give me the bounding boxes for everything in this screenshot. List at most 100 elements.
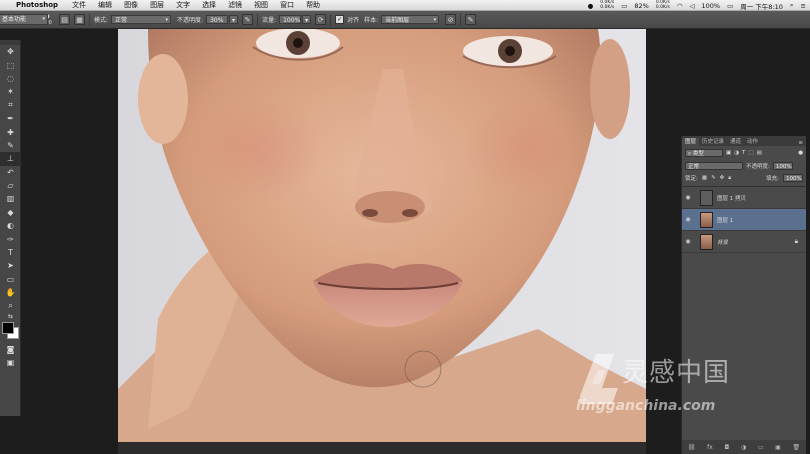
document-canvas[interactable] bbox=[118, 29, 646, 442]
mac-menu-bar: Photoshop 文件 编辑 图像 图层 文字 选择 滤镜 视图 窗口 帮助 … bbox=[0, 0, 810, 11]
ignore-adjustment-button[interactable]: ⊘ bbox=[445, 14, 457, 25]
blur-icon[interactable]: ◆ bbox=[0, 206, 21, 219]
menu-filter[interactable]: 滤镜 bbox=[228, 0, 242, 10]
app-menu-photoshop[interactable]: Photoshop bbox=[16, 1, 58, 9]
lock-transparent-icon[interactable]: ▦ bbox=[702, 175, 707, 181]
layer-row-1[interactable]: ◉ 图层 1 bbox=[682, 209, 806, 231]
tab-actions[interactable]: 动作 bbox=[744, 138, 761, 146]
workspace-select[interactable]: 基本功能 ▾ bbox=[0, 14, 48, 25]
marquee-icon[interactable]: ⬚ bbox=[0, 58, 21, 71]
brush-panel-toggle[interactable]: ▤ bbox=[59, 14, 70, 25]
eraser-icon[interactable]: ▱ bbox=[0, 179, 21, 192]
lasso-icon[interactable]: ◌ bbox=[0, 72, 21, 85]
clone-source-toggle[interactable]: ▦ bbox=[74, 14, 85, 25]
aligned-checkbox[interactable]: ✓ bbox=[335, 15, 345, 24]
filter-shape-icon[interactable]: ⬚ bbox=[748, 150, 753, 156]
tab-layers[interactable]: 图层 bbox=[682, 138, 700, 146]
healing-brush-icon[interactable]: ✚ bbox=[0, 125, 21, 138]
layer-opacity-input[interactable]: 100% bbox=[772, 162, 793, 170]
airbrush-button[interactable]: ⟳ bbox=[315, 14, 327, 25]
history-brush-icon[interactable]: ↶ bbox=[0, 166, 21, 179]
menu-select[interactable]: 选择 bbox=[202, 0, 216, 10]
color-swatches[interactable] bbox=[0, 321, 20, 343]
layer-kind-filter[interactable]: ⌕ 类型 bbox=[685, 149, 723, 157]
menu-window[interactable]: 窗口 bbox=[280, 0, 294, 10]
mode-select[interactable]: 正常 ▾ bbox=[111, 15, 172, 24]
watermark-title: 灵感中国 bbox=[622, 358, 731, 388]
menu-edit[interactable]: 编辑 bbox=[98, 0, 112, 10]
battery-charge-icon[interactable]: ▭ bbox=[727, 2, 733, 10]
filter-smart-icon[interactable]: ▤ bbox=[757, 150, 762, 156]
flow-input[interactable]: 100% bbox=[279, 15, 302, 24]
pressure-opacity-button[interactable]: ✎ bbox=[242, 14, 254, 25]
eyedropper-icon[interactable]: ✒ bbox=[0, 112, 21, 125]
opacity-input[interactable]: 30% bbox=[206, 15, 229, 24]
clock[interactable]: 周一 下午8:10 bbox=[740, 1, 783, 11]
pen-icon[interactable]: ✑ bbox=[0, 232, 21, 245]
tab-history[interactable]: 历史记录 bbox=[699, 138, 727, 146]
brush-icon[interactable]: ✎ bbox=[0, 139, 21, 152]
zoom-icon[interactable]: ⌕ bbox=[0, 299, 21, 312]
new-layer-icon[interactable]: ▣ bbox=[775, 444, 781, 451]
notification-icon[interactable]: ≡ bbox=[801, 2, 806, 10]
wifi-icon[interactable]: ◠ bbox=[677, 2, 683, 10]
layer-row-background[interactable]: ◉ 背景 🔒︎ bbox=[682, 231, 806, 253]
type-icon[interactable]: T bbox=[0, 246, 21, 259]
volume-icon[interactable]: ◁ bbox=[689, 2, 694, 10]
lock-all-icon[interactable]: 🔒︎ bbox=[728, 175, 731, 182]
lock-pixels-icon[interactable]: ✎ bbox=[711, 175, 716, 181]
fill-input[interactable]: 100% bbox=[783, 174, 803, 182]
hand-icon[interactable]: ✋ bbox=[0, 286, 21, 299]
visibility-eye-icon[interactable]: ◉ bbox=[682, 194, 694, 201]
menu-image[interactable]: 图像 bbox=[124, 0, 138, 10]
gradient-icon[interactable]: ▥ bbox=[0, 192, 21, 205]
filter-toggle-icon[interactable]: ● bbox=[798, 150, 803, 156]
menu-help[interactable]: 帮助 bbox=[306, 0, 320, 10]
shape-icon[interactable]: ▭ bbox=[0, 273, 21, 286]
path-selection-icon[interactable]: ➤ bbox=[0, 259, 21, 272]
quick-mask-icon[interactable]: ◙ bbox=[0, 343, 21, 356]
layer-style-icon[interactable]: fx bbox=[707, 444, 713, 451]
delete-layer-icon[interactable]: 🗑︎ bbox=[793, 444, 801, 451]
move-icon[interactable]: ✥ bbox=[0, 45, 21, 58]
blend-mode-select[interactable]: 正常 bbox=[685, 162, 743, 170]
spotlight-icon[interactable]: ⌕ bbox=[790, 1, 794, 10]
add-mask-icon[interactable]: ◘ bbox=[724, 444, 729, 451]
menu-view[interactable]: 视图 bbox=[254, 0, 268, 10]
new-group-icon[interactable]: ▭ bbox=[758, 444, 764, 451]
layer-row-copy[interactable]: ◉ 图层 1 拷贝 bbox=[682, 187, 806, 209]
pressure-size-button[interactable]: ✎ bbox=[465, 14, 477, 25]
clone-stamp-icon[interactable]: ⊥ bbox=[0, 152, 21, 166]
screen-mode-icon[interactable]: ▣ bbox=[0, 356, 21, 369]
swap-colors-icon[interactable]: ⇆ bbox=[0, 313, 21, 321]
sample-select[interactable]: 当前图层 ▾ bbox=[381, 15, 440, 24]
dodge-icon[interactable]: ◐ bbox=[0, 219, 21, 232]
filter-pixel-icon[interactable]: ▣ bbox=[726, 150, 731, 156]
filter-search-icon: ⌕ bbox=[688, 151, 692, 157]
tab-channels[interactable]: 通道 bbox=[727, 138, 744, 146]
ignore-adjustment-icon: ⊘ bbox=[447, 15, 454, 24]
menu-type[interactable]: 文字 bbox=[176, 0, 190, 10]
flow-label: 流量: bbox=[262, 17, 277, 24]
filter-adjustment-icon[interactable]: ◑ bbox=[734, 150, 739, 156]
visibility-eye-icon[interactable]: ◉ bbox=[682, 216, 694, 223]
charge-percent: 100% bbox=[701, 1, 721, 10]
lock-position-icon[interactable]: ✥ bbox=[720, 175, 725, 181]
menu-file[interactable]: 文件 bbox=[72, 0, 86, 10]
opacity-label: 不透明度: bbox=[177, 17, 204, 24]
battery-icon[interactable]: ▭ bbox=[621, 2, 627, 10]
panel-menu-icon[interactable]: ≡ bbox=[798, 140, 803, 146]
visibility-eye-icon[interactable]: ◉ bbox=[682, 238, 694, 245]
layer-name: 图层 1 拷贝 bbox=[717, 195, 746, 202]
magic-wand-icon[interactable]: ✶ bbox=[0, 85, 21, 98]
link-layers-icon[interactable]: ⛓ bbox=[688, 444, 696, 451]
flow-slider-toggle[interactable]: ▾ bbox=[302, 15, 312, 24]
mode-label: 模式: bbox=[94, 17, 109, 24]
opacity-slider-toggle[interactable]: ▾ bbox=[229, 15, 239, 24]
watermark-logo: 灵感中国 lingganchina.com bbox=[572, 348, 792, 418]
status-icon[interactable]: ● bbox=[588, 2, 594, 10]
crop-icon[interactable]: ⌗ bbox=[0, 99, 21, 112]
filter-type-icon[interactable]: T bbox=[742, 150, 745, 156]
adjustment-layer-icon[interactable]: ◑ bbox=[741, 444, 746, 451]
menu-layer[interactable]: 图层 bbox=[150, 0, 164, 10]
